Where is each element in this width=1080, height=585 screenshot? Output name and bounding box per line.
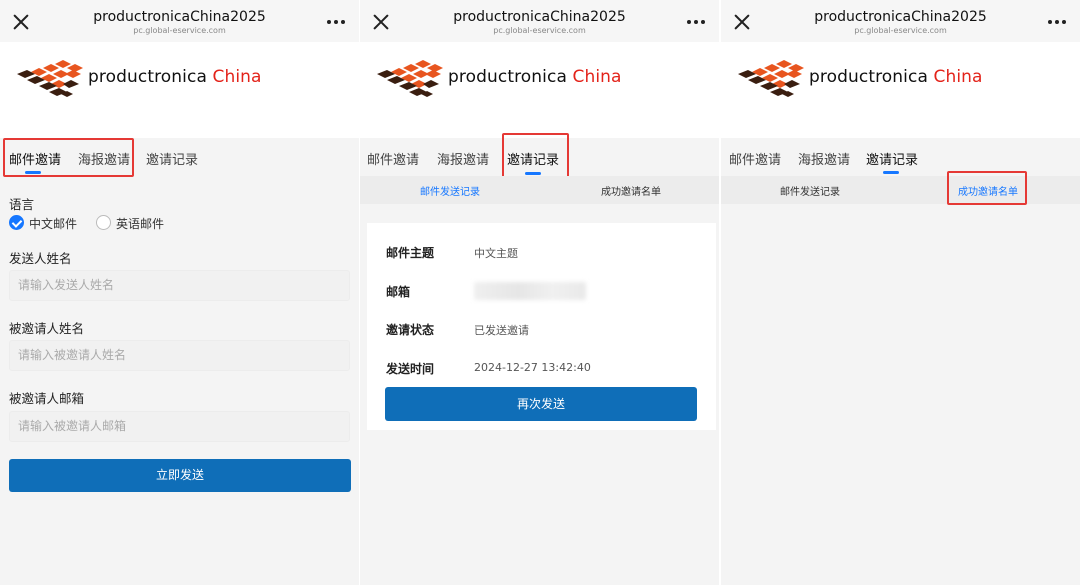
close-icon[interactable] xyxy=(734,14,750,30)
invitee-email-label: 被邀请人邮箱 xyxy=(9,391,85,406)
subject-value: 中文主题 xyxy=(474,247,518,260)
invite-tabs: 邮件邀请 海报邀请 邀请记录 xyxy=(721,138,1080,176)
status-label: 邀请状态 xyxy=(386,323,435,337)
screen-mail-invite: productronicaChina2025 pc.global-eservic… xyxy=(0,0,359,585)
tab-poster-invite[interactable]: 海报邀请 xyxy=(798,149,850,168)
page-title: productronicaChina2025 xyxy=(814,9,987,25)
invitee-email-input[interactable]: 请输入被邀请人邮箱 xyxy=(9,411,350,442)
highlight-box-records-tab xyxy=(502,133,569,178)
more-icon[interactable] xyxy=(327,20,345,24)
close-icon[interactable] xyxy=(13,14,29,30)
screen-success-list: productronicaChina2025 pc.global-eservic… xyxy=(721,0,1080,585)
sender-name-input[interactable]: 请输入发送人姓名 xyxy=(9,270,350,301)
highlight-box-success-subtab xyxy=(947,171,1027,205)
radio-label-english: 英语邮件 xyxy=(116,217,165,231)
subtab-success-invites[interactable]: 成功邀请名单 xyxy=(601,183,661,198)
invitee-name-label: 被邀请人姓名 xyxy=(9,321,85,336)
tab-poster-invite[interactable]: 海报邀请 xyxy=(437,149,489,168)
invitee-name-input[interactable]: 请输入被邀请人姓名 xyxy=(9,340,350,371)
logo-wordmark: productronica China xyxy=(809,67,983,87)
productronica-logo-icon xyxy=(377,60,443,97)
page-domain: pc.global-eservice.com xyxy=(493,26,586,35)
productronica-logo-icon xyxy=(17,60,83,97)
page-domain: pc.global-eservice.com xyxy=(133,26,226,35)
subtab-mail-sent-records[interactable]: 邮件发送记录 xyxy=(420,183,480,198)
language-label: 语言 xyxy=(9,197,35,212)
logo-banner: productronica China xyxy=(0,42,359,138)
more-icon[interactable] xyxy=(687,20,705,24)
email-label: 邮箱 xyxy=(386,285,411,299)
subject-label: 邮件主题 xyxy=(386,246,435,260)
resend-button[interactable]: 再次发送 xyxy=(385,387,697,421)
logo-wordmark: productronica China xyxy=(448,67,622,87)
subtab-mail-sent-records[interactable]: 邮件发送记录 xyxy=(780,183,840,198)
radio-label-chinese: 中文邮件 xyxy=(29,217,78,231)
page-title: productronicaChina2025 xyxy=(93,9,266,25)
logo-wordmark: productronica China xyxy=(88,67,262,87)
tab-mail-invite[interactable]: 邮件邀请 xyxy=(729,149,781,168)
radio-chinese-mail[interactable] xyxy=(9,215,24,230)
page-domain: pc.global-eservice.com xyxy=(854,26,947,35)
logo-banner: productronica China xyxy=(360,42,719,138)
status-value: 已发送邀请 xyxy=(474,324,529,337)
send-time-value: 2024-12-27 13:42:40 xyxy=(474,361,591,374)
close-icon[interactable] xyxy=(373,14,389,30)
browser-top-bar: productronicaChina2025 pc.global-eservic… xyxy=(360,0,719,42)
browser-top-bar: productronicaChina2025 pc.global-eservic… xyxy=(0,0,359,42)
more-icon[interactable] xyxy=(1048,20,1066,24)
email-value-redacted xyxy=(474,282,586,300)
logo-banner: productronica China xyxy=(721,42,1080,138)
productronica-logo-icon xyxy=(738,60,804,97)
page-title: productronicaChina2025 xyxy=(453,9,626,25)
record-card: 邮件主题 中文主题 邮箱 邀请状态 已发送邀请 发送时间 2024-12-27 … xyxy=(367,223,716,430)
radio-english-mail[interactable] xyxy=(96,215,111,230)
highlight-box-tabs xyxy=(3,138,134,177)
browser-top-bar: productronicaChina2025 pc.global-eservic… xyxy=(721,0,1080,42)
active-tab-indicator xyxy=(883,171,899,174)
tab-invite-records[interactable]: 邀请记录 xyxy=(146,149,198,168)
send-time-label: 发送时间 xyxy=(386,362,435,376)
record-subtabs: 邮件发送记录 成功邀请名单 xyxy=(360,176,719,204)
tab-invite-records[interactable]: 邀请记录 xyxy=(866,149,918,168)
send-now-button[interactable]: 立即发送 xyxy=(9,459,351,492)
screen-invite-records: productronicaChina2025 pc.global-eservic… xyxy=(360,0,719,585)
sender-name-label: 发送人姓名 xyxy=(9,251,72,266)
tab-mail-invite[interactable]: 邮件邀请 xyxy=(367,149,419,168)
